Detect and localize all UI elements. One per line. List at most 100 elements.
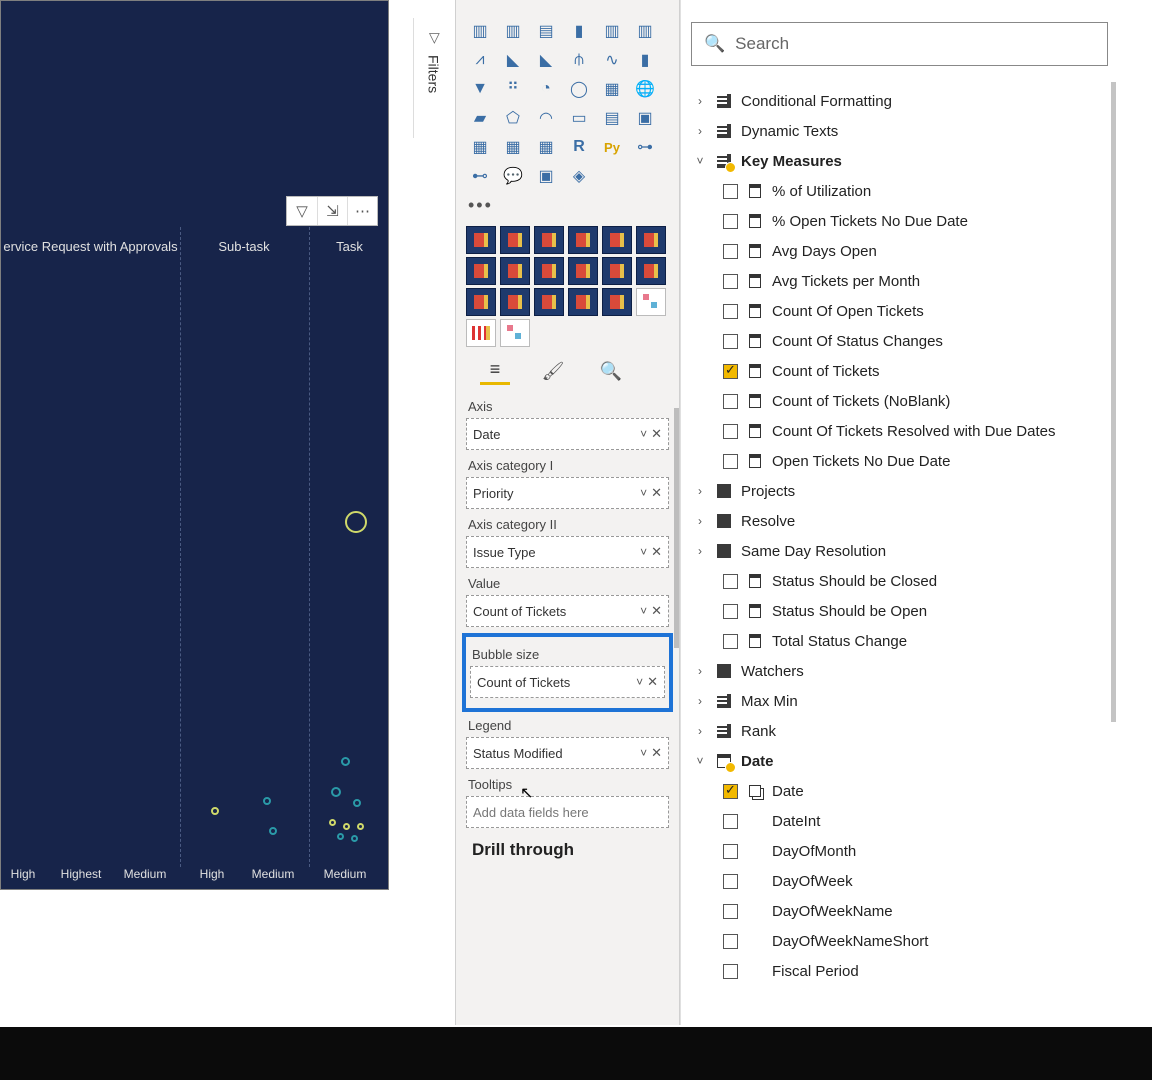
donut-icon[interactable]: ◯ xyxy=(565,76,593,102)
field-checkbox[interactable] xyxy=(723,394,738,409)
field-checkbox[interactable] xyxy=(723,784,738,799)
funnel-icon[interactable]: ▼ xyxy=(466,76,494,102)
bubble[interactable] xyxy=(331,787,341,797)
qa-icon[interactable]: 💬 xyxy=(499,163,527,189)
fields-tab-icon[interactable]: ≡ xyxy=(480,357,510,385)
well-value-field[interactable]: Count of Tickets ˅✕ xyxy=(466,595,669,627)
field-checkbox[interactable] xyxy=(723,574,738,589)
remove-icon[interactable]: ✕ xyxy=(651,426,662,441)
chevron-down-icon[interactable]: ˅ xyxy=(640,746,647,760)
field-checkbox[interactable] xyxy=(723,964,738,979)
field-checkbox[interactable] xyxy=(723,634,738,649)
field-item[interactable]: DateInt xyxy=(687,806,1112,836)
field-group[interactable]: ›Projects xyxy=(687,476,1112,506)
field-checkbox[interactable] xyxy=(723,814,738,829)
custom-visual-icon[interactable] xyxy=(500,288,530,316)
field-checkbox[interactable] xyxy=(723,904,738,919)
custom-visual-icon[interactable] xyxy=(534,257,564,285)
well-bubble-size[interactable]: Count of Tickets ˅✕ xyxy=(470,666,665,698)
gauge-icon[interactable]: ◠ xyxy=(532,105,560,131)
custom-visual-icon[interactable] xyxy=(500,257,530,285)
well-axis-category-2[interactable]: Issue Type ˅✕ xyxy=(466,536,669,568)
well-axis-category-1[interactable]: Priority ˅✕ xyxy=(466,477,669,509)
filter-icon[interactable]: ▽ xyxy=(287,197,317,225)
chevron-right-icon[interactable]: › xyxy=(693,514,707,528)
scrollbar[interactable] xyxy=(674,408,679,648)
chevron-right-icon[interactable]: › xyxy=(693,484,707,498)
chevron-down-icon[interactable]: ˅ xyxy=(636,675,643,689)
matrix-icon[interactable]: ▦ xyxy=(532,134,560,160)
remove-icon[interactable]: ✕ xyxy=(651,745,662,760)
stacked-column-icon[interactable]: ▥ xyxy=(499,18,527,44)
chevron-down-icon[interactable]: ˅ xyxy=(640,545,647,559)
field-checkbox[interactable] xyxy=(723,364,738,379)
field-item[interactable]: Avg Days Open xyxy=(687,236,1112,266)
custom-visual-icon[interactable] xyxy=(534,288,564,316)
field-checkbox[interactable] xyxy=(723,244,738,259)
chevron-down-icon[interactable]: ˅ xyxy=(640,604,647,618)
filled-map-icon[interactable]: ▰ xyxy=(466,105,494,131)
custom-visual-icon[interactable] xyxy=(466,226,496,254)
field-checkbox[interactable] xyxy=(723,214,738,229)
stacked-column-100-icon[interactable]: ▥ xyxy=(631,18,659,44)
line-chart-icon[interactable]: ⩘ xyxy=(466,47,494,73)
pie-icon[interactable]: ◔ xyxy=(532,76,560,102)
multi-row-card-icon[interactable]: ▤ xyxy=(598,105,626,131)
bubble[interactable] xyxy=(263,797,271,805)
remove-icon[interactable]: ✕ xyxy=(651,485,662,500)
key-influencers-icon[interactable]: ⊶ xyxy=(631,134,659,160)
field-item[interactable]: DayOfWeekName xyxy=(687,896,1112,926)
field-checkbox[interactable] xyxy=(723,184,738,199)
chevron-right-icon[interactable]: › xyxy=(693,694,707,708)
field-item[interactable]: Count Of Open Tickets xyxy=(687,296,1112,326)
stacked-bar-100-icon[interactable]: ▥ xyxy=(598,18,626,44)
field-checkbox[interactable] xyxy=(723,454,738,469)
remove-icon[interactable]: ✕ xyxy=(651,544,662,559)
more-visuals-icon[interactable]: ••• xyxy=(468,195,669,216)
ribbon-chart-icon[interactable]: ∿ xyxy=(598,47,626,73)
chevron-right-icon[interactable]: › xyxy=(693,124,707,138)
custom-visual-icon[interactable] xyxy=(602,257,632,285)
field-item[interactable]: DayOfWeek xyxy=(687,866,1112,896)
remove-icon[interactable]: ✕ xyxy=(651,603,662,618)
app-source-icon[interactable]: ◈ xyxy=(565,163,593,189)
bubble[interactable] xyxy=(357,823,364,830)
custom-visual-icon[interactable] xyxy=(466,319,496,347)
chevron-down-icon[interactable]: ˅ xyxy=(640,486,647,500)
field-item[interactable]: Count Of Status Changes xyxy=(687,326,1112,356)
table-icon[interactable]: ▦ xyxy=(499,134,527,160)
paginated-icon[interactable]: ▣ xyxy=(532,163,560,189)
kpi-icon[interactable]: ▣ xyxy=(631,105,659,131)
format-tab-icon[interactable]: 🖌 xyxy=(538,357,568,385)
bubble[interactable] xyxy=(341,757,350,766)
field-item[interactable]: % of Utilization xyxy=(687,176,1112,206)
r-visual-icon[interactable]: R xyxy=(565,134,593,160)
custom-visual-icon[interactable] xyxy=(636,226,666,254)
well-tooltips[interactable]: Add data fields here xyxy=(466,796,669,828)
bubble[interactable] xyxy=(329,819,336,826)
bubble[interactable] xyxy=(269,827,277,835)
field-group[interactable]: ›Max Min xyxy=(687,686,1112,716)
field-group[interactable]: ˅Date xyxy=(687,746,1112,776)
line-column-icon[interactable]: ⫛ xyxy=(565,47,593,73)
py-visual-icon[interactable]: Py xyxy=(598,134,626,160)
custom-visual-icon[interactable] xyxy=(568,257,598,285)
custom-visual-icon[interactable] xyxy=(500,319,530,347)
field-checkbox[interactable] xyxy=(723,844,738,859)
field-group[interactable]: ›Conditional Formatting xyxy=(687,86,1112,116)
stacked-bar-icon[interactable]: ▥ xyxy=(466,18,494,44)
field-item[interactable]: Status Should be Open xyxy=(687,596,1112,626)
custom-visual-icon[interactable] xyxy=(636,288,666,316)
bubble[interactable] xyxy=(353,799,361,807)
custom-visual-icon[interactable] xyxy=(500,226,530,254)
filters-pane-collapsed[interactable]: ◁ Filters xyxy=(413,18,453,138)
field-item[interactable]: Count Of Tickets Resolved with Due Dates xyxy=(687,416,1112,446)
area-chart-icon[interactable]: ◣ xyxy=(499,47,527,73)
clustered-bar-icon[interactable]: ▤ xyxy=(532,18,560,44)
more-options-icon[interactable]: ⋯ xyxy=(347,197,377,225)
chevron-down-icon[interactable]: ˅ xyxy=(693,154,707,168)
field-checkbox[interactable] xyxy=(723,424,738,439)
field-checkbox[interactable] xyxy=(723,874,738,889)
field-item[interactable]: Total Status Change xyxy=(687,626,1112,656)
field-group[interactable]: ˅Key Measures xyxy=(687,146,1112,176)
